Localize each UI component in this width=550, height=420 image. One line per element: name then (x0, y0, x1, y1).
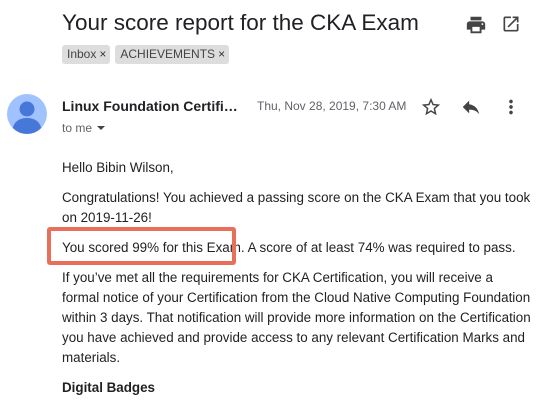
reply-icon[interactable] (460, 96, 482, 118)
sender-avatar[interactable] (7, 94, 47, 134)
email-body: Hello Bibin Wilson, Congratulations! You… (62, 158, 532, 408)
email-subject: Your score report for the CKA Exam (62, 10, 419, 35)
score-paragraph: You scored 99% for this Exam. A score of… (62, 240, 516, 255)
greeting-paragraph: Hello Bibin Wilson, (62, 160, 174, 175)
label-text: Inbox (67, 47, 97, 61)
default-avatar-icon (12, 101, 42, 134)
label-chip-inbox[interactable]: Inbox × (62, 45, 111, 64)
label-chips: Inbox × ACHIEVEMENTS × (62, 45, 230, 64)
recipient-text: to me (62, 121, 93, 135)
sender-name[interactable]: Linux Foundation Certification (62, 98, 245, 114)
label-text: ACHIEVEMENTS (120, 47, 216, 61)
remove-label-icon[interactable]: × (99, 47, 106, 62)
print-icon[interactable] (465, 14, 487, 36)
label-chip-achievements[interactable]: ACHIEVEMENTS × (115, 45, 230, 64)
recipient-details-toggle[interactable]: to me (62, 121, 106, 135)
star-icon[interactable] (420, 96, 442, 118)
remove-label-icon[interactable]: × (218, 47, 225, 62)
email-date: Thu, Nov 28, 2019, 7:30 AM (257, 99, 407, 113)
chevron-down-icon (97, 126, 106, 130)
open-in-new-window-icon[interactable] (501, 14, 523, 36)
digital-badges-heading: Digital Badges (62, 380, 156, 395)
more-vertical-icon[interactable] (500, 96, 522, 118)
congratulations-paragraph: Congratulations! You achieved a passing … (62, 190, 531, 225)
requirements-paragraph: If you’ve met all the requirements for C… (62, 270, 531, 365)
